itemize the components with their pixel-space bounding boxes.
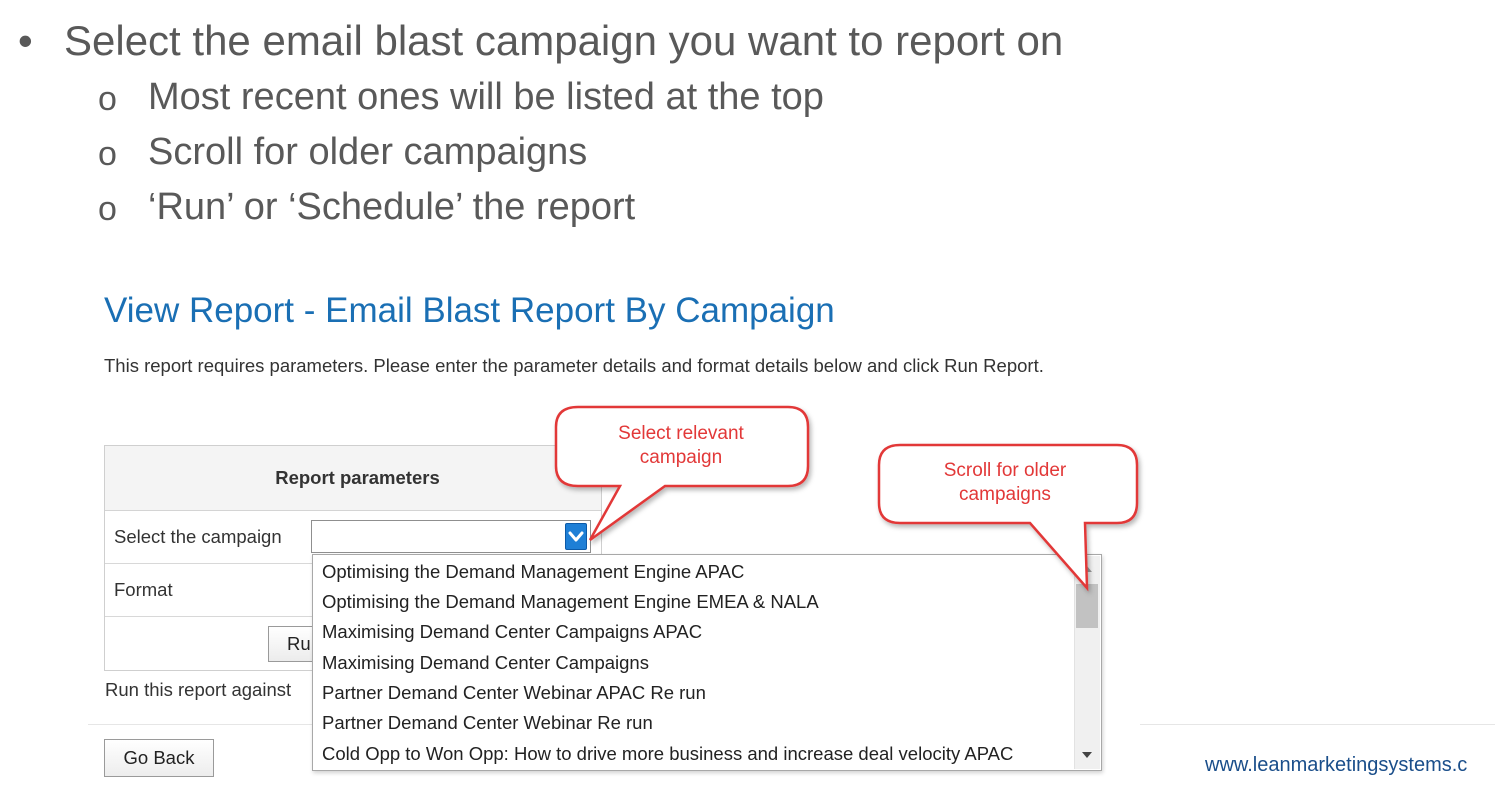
callout-select-campaign-line2: campaign xyxy=(639,447,723,468)
website-url[interactable]: www.leanmarketingsystems.c xyxy=(1205,751,1467,779)
slide: • Select the email blast campaign you wa… xyxy=(0,0,1495,812)
callout-select-campaign-line1: Select relevant xyxy=(618,423,744,444)
callout-scroll-older-line1: Scroll for older xyxy=(943,460,1067,481)
callout-select-campaign-bubble xyxy=(554,405,1139,592)
callout-scroll-older-line2: campaigns xyxy=(959,484,1051,505)
